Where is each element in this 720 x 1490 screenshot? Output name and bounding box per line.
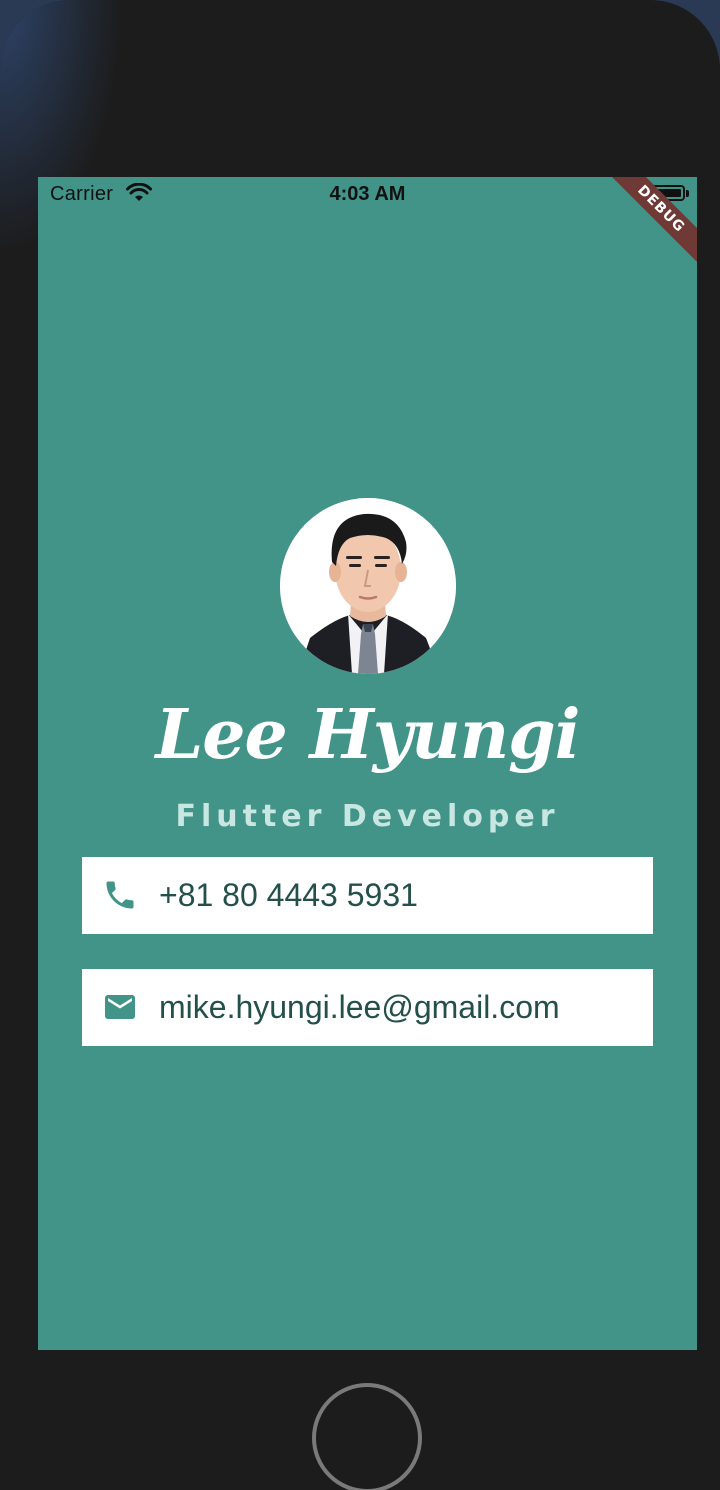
phone-number: +81 80 4443 5931 — [159, 877, 418, 913]
status-bar: Carrier 4:03 AM — [38, 177, 697, 213]
profile-photo — [280, 498, 456, 674]
battery-tip — [686, 190, 689, 197]
phone-icon — [106, 881, 134, 909]
app-screen: Carrier 4:03 AM DEBUG Lee Hyungi Flutter… — [38, 177, 697, 1350]
email-address: mike.hyungi.lee@gmail.com — [159, 989, 560, 1025]
mail-icon — [105, 995, 135, 1019]
profile-name: Lee Hyungi — [155, 695, 580, 775]
home-button[interactable] — [312, 1383, 422, 1490]
clock-time: 4:03 AM — [329, 183, 406, 205]
email-card[interactable]: mike.hyungi.lee@gmail.com — [82, 969, 653, 1046]
profile-title: Flutter Developer — [175, 799, 560, 834]
device-frame: Carrier 4:03 AM DEBUG Lee Hyungi Flutter… — [0, 0, 720, 1490]
phone-card[interactable]: +81 80 4443 5931 — [82, 857, 653, 934]
profile-avatar — [280, 498, 456, 674]
